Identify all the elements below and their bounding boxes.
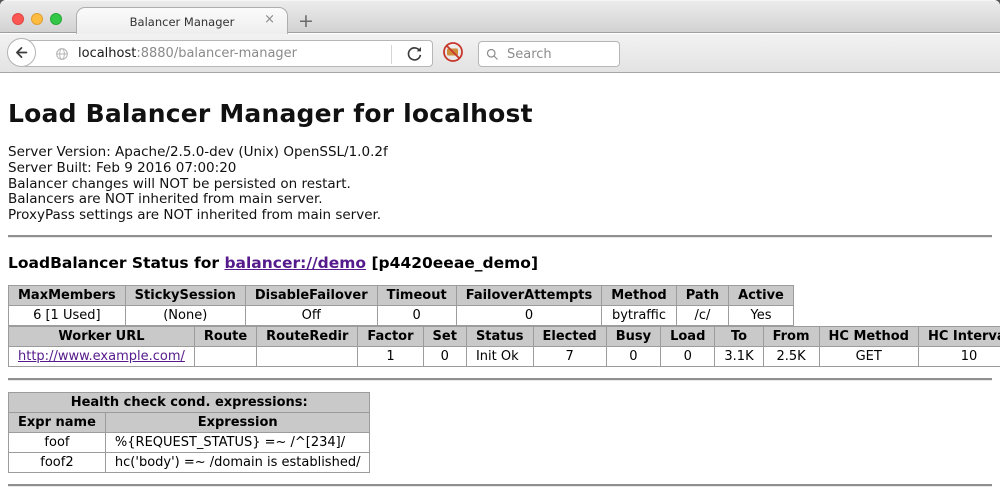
back-button[interactable] <box>7 38 36 67</box>
cell-busy: 0 <box>606 346 660 366</box>
column-header: Method <box>602 285 676 305</box>
column-header: Status <box>466 326 533 346</box>
cell-timeout: 0 <box>377 305 456 325</box>
server-version-line: Server Version: Apache/2.5.0-dev (Unix) … <box>8 145 992 161</box>
url-divider <box>391 45 392 64</box>
cell-load: 0 <box>661 346 715 366</box>
health-table-title: Health check cond. expressions: <box>9 392 370 412</box>
url-bar[interactable]: localhost:8880/balancer-manager <box>21 40 433 67</box>
divider <box>8 484 992 487</box>
column-header: Route <box>194 326 256 346</box>
column-header: Path <box>676 285 728 305</box>
worker-status-table: Worker URL Route RouteRedir Factor Set S… <box>8 326 1000 367</box>
column-header: Expression <box>105 412 370 432</box>
back-arrow-icon <box>13 44 30 61</box>
cell-active: Yes <box>729 305 794 325</box>
cell-expression: %{REQUEST_STATUS} =~ /^[234]/ <box>105 432 370 452</box>
page-title: Load Balancer Manager for localhost <box>8 99 992 128</box>
status-prefix: LoadBalancer Status for <box>8 254 224 272</box>
inherit-note-line: Balancers are NOT inherited from main se… <box>8 192 992 208</box>
site-identity-globe-icon[interactable] <box>54 46 70 62</box>
table-row: foof2 hc('body') =~ /domain is establish… <box>9 452 370 472</box>
worker-row: http://www.example.com/ 1 0 Init Ok 7 0 … <box>9 346 1000 366</box>
cell-disablefailover: Off <box>245 305 377 325</box>
cell-routeredir <box>257 346 358 366</box>
cell-maxmembers: 6 [1 Used] <box>9 305 126 325</box>
cell-from: 2.5K <box>763 346 819 366</box>
column-header: To <box>715 326 763 346</box>
cell-path: /c/ <box>676 305 728 325</box>
divider <box>8 235 992 238</box>
minimize-window-button[interactable] <box>31 13 43 25</box>
cell-failoverattempts: 0 <box>456 305 602 325</box>
cell-expression: hc('body') =~ /domain is established/ <box>105 452 370 472</box>
tab-close-icon[interactable]: × <box>264 13 275 26</box>
cell-route <box>194 346 256 366</box>
column-header: DisableFailover <box>245 285 377 305</box>
content-blocked-icon[interactable] <box>441 40 465 64</box>
server-info: Server Version: Apache/2.5.0-dev (Unix) … <box>8 145 992 224</box>
worker-url-link[interactable]: http://www.example.com/ <box>18 349 185 364</box>
column-header: Worker URL <box>9 326 195 346</box>
column-header: FailoverAttempts <box>456 285 602 305</box>
browser-window: Balancer Manager × + localhost:8880/bala… <box>0 0 1000 491</box>
cell-to: 3.1K <box>715 346 763 366</box>
table-header-row: Expr name Expression <box>9 412 370 432</box>
new-tab-button[interactable]: + <box>294 9 318 33</box>
server-built-line: Server Built: Feb 9 2016 07:00:20 <box>8 161 992 177</box>
cell-hc-interval: 10 <box>918 346 1000 366</box>
persist-note-line: Balancer changes will NOT be persisted o… <box>8 177 992 193</box>
browser-tab[interactable]: Balancer Manager × <box>76 7 288 35</box>
status-suffix: [p4420eeae_demo] <box>366 254 538 272</box>
column-header: HC Method <box>819 326 918 346</box>
url-text: localhost:8880/balancer-manager <box>78 46 297 61</box>
cell-elected: 7 <box>533 346 606 366</box>
reload-icon[interactable] <box>404 44 424 64</box>
proxypass-note-line: ProxyPass settings are NOT inherited fro… <box>8 208 992 224</box>
cell-method: bytraffic <box>602 305 676 325</box>
cell-expr-name: foof <box>9 432 106 452</box>
column-header: Elected <box>533 326 606 346</box>
close-window-button[interactable] <box>12 13 24 25</box>
table-row: foof %{REQUEST_STATUS} =~ /^[234]/ <box>9 432 370 452</box>
column-header: Load <box>661 326 715 346</box>
column-header: RouteRedir <box>257 326 358 346</box>
column-header: StickySession <box>125 285 245 305</box>
url-domain: localhost <box>78 46 136 61</box>
navigation-toolbar: localhost:8880/balancer-manager <box>0 34 1000 73</box>
balancer-settings-table: MaxMembers StickySession DisableFailover… <box>8 285 794 326</box>
column-header: Timeout <box>377 285 456 305</box>
title-bar: Balancer Manager × + <box>0 0 1000 33</box>
column-header: HC Interval <box>918 326 1000 346</box>
balancer-demo-link[interactable]: balancer://demo <box>224 254 366 272</box>
cell-worker-url: http://www.example.com/ <box>9 346 195 366</box>
cell-set: 0 <box>423 346 466 366</box>
column-header: Active <box>729 285 794 305</box>
table-row: 6 [1 Used] (None) Off 0 0 bytraffic /c/ … <box>9 305 794 325</box>
search-input[interactable] <box>505 46 613 63</box>
page-content: Load Balancer Manager for localhost Serv… <box>0 74 1000 491</box>
url-path: :8880/balancer-manager <box>136 46 297 61</box>
cell-stickysession: (None) <box>125 305 245 325</box>
table-title-row: Health check cond. expressions: <box>9 392 370 412</box>
column-header: Expr name <box>9 412 106 432</box>
search-bar[interactable] <box>478 41 620 67</box>
divider <box>8 378 992 381</box>
column-header: From <box>763 326 819 346</box>
cell-status: Init Ok <box>466 346 533 366</box>
column-header: Busy <box>606 326 660 346</box>
cell-factor: 1 <box>358 346 423 366</box>
cell-expr-name: foof2 <box>9 452 106 472</box>
table-header-row: MaxMembers StickySession DisableFailover… <box>9 285 794 305</box>
balancer-status-heading: LoadBalancer Status for balancer://demo … <box>8 254 992 272</box>
column-header: Factor <box>358 326 423 346</box>
tab-title: Balancer Manager <box>130 15 235 29</box>
column-header: MaxMembers <box>9 285 126 305</box>
health-check-table: Health check cond. expressions: Expr nam… <box>8 392 370 473</box>
column-header: Set <box>423 326 466 346</box>
search-icon <box>485 47 500 62</box>
cell-hc-method: GET <box>819 346 918 366</box>
zoom-window-button[interactable] <box>50 13 62 25</box>
table-header-row: Worker URL Route RouteRedir Factor Set S… <box>9 326 1000 346</box>
